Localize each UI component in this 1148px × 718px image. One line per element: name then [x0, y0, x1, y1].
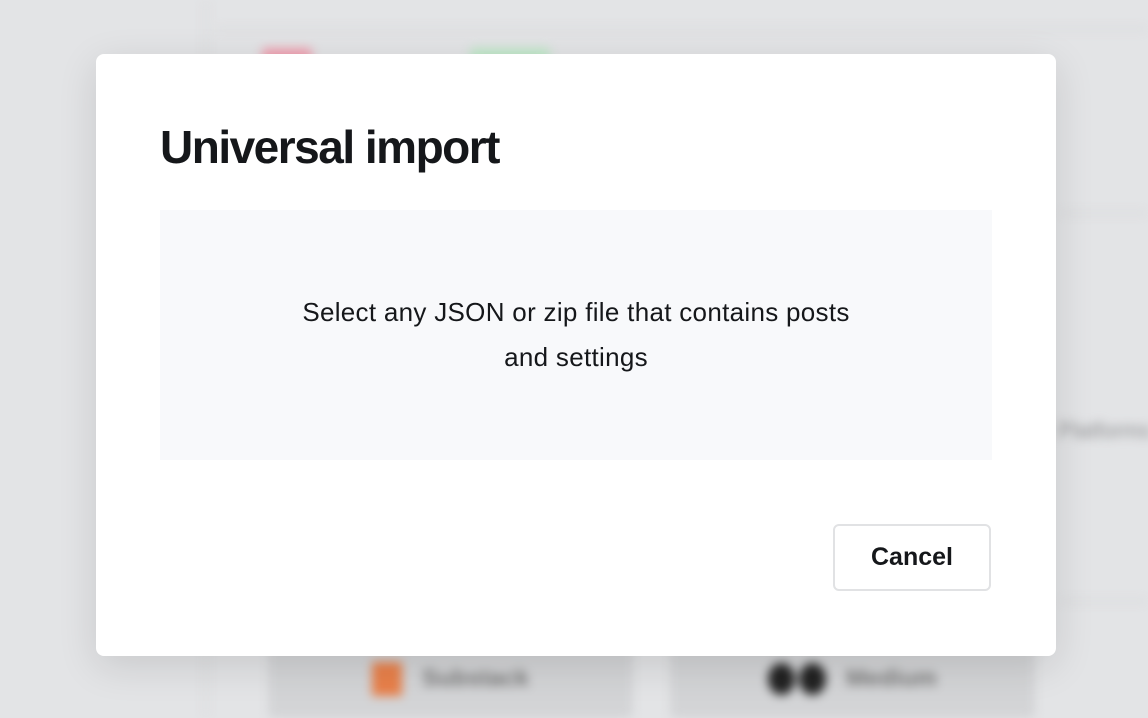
- universal-import-modal: Universal import Select any JSON or zip …: [96, 54, 1056, 656]
- modal-title: Universal import: [160, 121, 501, 173]
- dropzone-text: Select any JSON or zip file that contain…: [302, 297, 850, 372]
- importer-label: Medium: [846, 665, 937, 692]
- file-dropzone[interactable]: Select any JSON or zip file that contain…: [160, 210, 992, 460]
- medium-icon: [768, 663, 827, 695]
- importer-label: Substack: [422, 665, 529, 692]
- cancel-button[interactable]: Cancel: [833, 524, 991, 591]
- background-text: Platforms: [1058, 418, 1148, 443]
- divider: [1060, 600, 1148, 602]
- divider: [1060, 212, 1148, 214]
- divider: [215, 28, 1148, 30]
- substack-icon: [372, 662, 403, 696]
